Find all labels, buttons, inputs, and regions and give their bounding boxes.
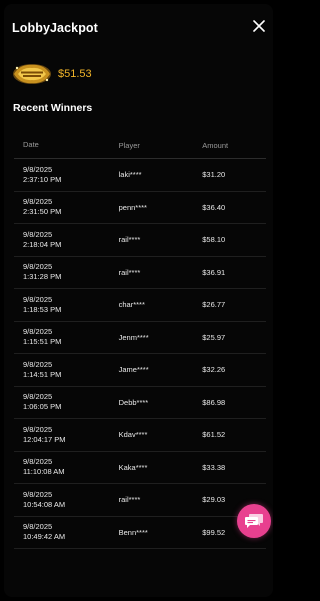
table-row: 9/8/2025 1:15:51 PM Jenm**** $25.97: [14, 322, 266, 354]
row-date: 9/8/2025: [23, 294, 53, 304]
row-amount: $29.03: [202, 495, 226, 505]
row-time: 2:37:10 PM: [23, 174, 62, 184]
row-date: 9/8/2025: [23, 327, 53, 337]
table-row: 9/8/2025 2:18:04 PM rail**** $58.10: [14, 224, 266, 257]
row-amount: $32.26: [202, 365, 226, 375]
table-row: 9/8/2025 12:04:17 PM Kdav**** $61.52: [14, 419, 266, 452]
table-row: 9/8/2025 2:37:10 PM laki**** $31.20: [14, 159, 266, 192]
jackpot-panel: LobbyJackpot $51.53 Recent Winners Date …: [4, 4, 273, 597]
row-date-cell: 9/8/2025 12:04:17 PM: [14, 425, 119, 445]
row-date-cell: 9/8/2025 2:37:10 PM: [14, 165, 119, 185]
row-date-cell: 9/8/2025 2:18:04 PM: [14, 230, 119, 250]
row-date-cell: 9/8/2025 1:14:51 PM: [14, 360, 119, 380]
page-title: LobbyJackpot: [12, 21, 98, 35]
row-player: penn****: [118, 202, 147, 212]
recent-winners-title: Recent Winners: [13, 102, 93, 114]
chat-bubbles-icon: [245, 514, 263, 528]
row-time: 1:15:51 PM: [23, 337, 62, 347]
table-row: 9/8/2025 10:54:08 AM rail**** $29.03: [14, 484, 266, 517]
row-date: 9/8/2025: [23, 489, 53, 499]
close-button[interactable]: [251, 18, 267, 34]
row-time: 1:06:05 PM: [23, 402, 62, 412]
row-player: Kdav****: [118, 430, 148, 440]
row-amount: $33.38: [202, 462, 226, 472]
row-amount: $86.98: [202, 397, 226, 407]
table-header: Date Player Amount: [14, 132, 266, 159]
row-date: 9/8/2025: [23, 164, 53, 174]
row-player: Debb****: [118, 397, 149, 407]
row-date-cell: 9/8/2025 1:18:53 PM: [14, 295, 119, 315]
jackpot-logo-icon: [13, 64, 51, 84]
row-date: 9/8/2025: [23, 424, 53, 434]
table-row: 9/8/2025 2:31:50 PM penn**** $36.40: [14, 192, 266, 224]
row-date-cell: 9/8/2025 10:49:42 AM: [14, 522, 119, 542]
row-amount: $61.52: [202, 430, 226, 440]
table-row: 9/8/2025 1:31:28 PM rail**** $36.91: [14, 257, 266, 289]
row-player: Kaka****: [118, 462, 148, 472]
row-player: char****: [118, 300, 145, 310]
row-time: 1:31:28 PM: [23, 272, 62, 282]
row-time: 10:54:08 AM: [23, 499, 66, 509]
row-player: Jenm****: [118, 332, 149, 342]
jackpot-summary: $51.53: [12, 62, 92, 86]
row-date: 9/8/2025: [23, 457, 53, 467]
row-amount: $31.20: [202, 170, 226, 180]
row-date-cell: 9/8/2025 11:10:08 AM: [14, 457, 119, 477]
row-date-cell: 9/8/2025 1:06:05 PM: [14, 392, 119, 412]
row-time: 2:31:50 PM: [23, 207, 62, 217]
winners-table: Date Player Amount 9/8/2025 2:37:10 PM lak…: [14, 132, 266, 549]
row-date-cell: 9/8/2025 1:31:28 PM: [14, 262, 119, 282]
row-amount: $25.97: [202, 332, 226, 342]
table-row: 9/8/2025 10:49:42 AM Benn**** $99.52: [14, 517, 266, 549]
table-row: 9/8/2025 1:18:53 PM char**** $26.77: [14, 289, 266, 322]
table-row: 9/8/2025 11:10:08 AM Kaka**** $33.38: [14, 452, 266, 484]
row-time: 11:10:08 AM: [23, 467, 65, 477]
row-time: 1:18:53 PM: [23, 304, 62, 314]
chat-button[interactable]: [237, 504, 271, 538]
row-player: rail****: [118, 495, 141, 505]
row-amount: $26.77: [202, 300, 226, 310]
column-header-date: Date: [23, 140, 39, 149]
table-row: 9/8/2025 1:14:51 PM Jame**** $32.26: [14, 354, 266, 387]
row-amount: $36.40: [202, 202, 226, 212]
row-date: 9/8/2025: [23, 229, 53, 239]
row-player: Benn****: [118, 527, 148, 537]
row-date: 9/8/2025: [23, 522, 53, 532]
row-player: rail****: [118, 267, 141, 277]
row-time: 12:04:17 PM: [23, 434, 66, 444]
row-player: rail****: [118, 235, 141, 245]
row-player: laki****: [118, 170, 142, 180]
row-date: 9/8/2025: [23, 392, 53, 402]
row-date: 9/8/2025: [23, 262, 53, 272]
row-date-cell: 9/8/2025 2:31:50 PM: [14, 197, 119, 217]
column-header-amount: Amount: [202, 140, 229, 150]
table-body: 9/8/2025 2:37:10 PM laki**** $31.20 9/8/2025…: [14, 159, 266, 549]
jackpot-amount: $51.53: [58, 68, 92, 80]
row-time: 1:14:51 PM: [23, 369, 62, 379]
row-amount: $58.10: [202, 235, 226, 245]
row-player: Jame****: [118, 365, 149, 375]
row-time: 10:49:42 AM: [23, 532, 66, 542]
column-header-player: Player: [118, 140, 140, 150]
row-amount: $36.91: [202, 267, 226, 277]
row-date-cell: 9/8/2025 10:54:08 AM: [14, 490, 119, 510]
row-time: 2:18:04 PM: [23, 239, 62, 249]
row-date-cell: 9/8/2025 1:15:51 PM: [14, 327, 119, 347]
row-date: 9/8/2025: [23, 197, 53, 207]
row-date: 9/8/2025: [23, 359, 53, 369]
close-icon: [253, 20, 265, 32]
table-row: 9/8/2025 1:06:05 PM Debb**** $86.98: [14, 387, 266, 419]
